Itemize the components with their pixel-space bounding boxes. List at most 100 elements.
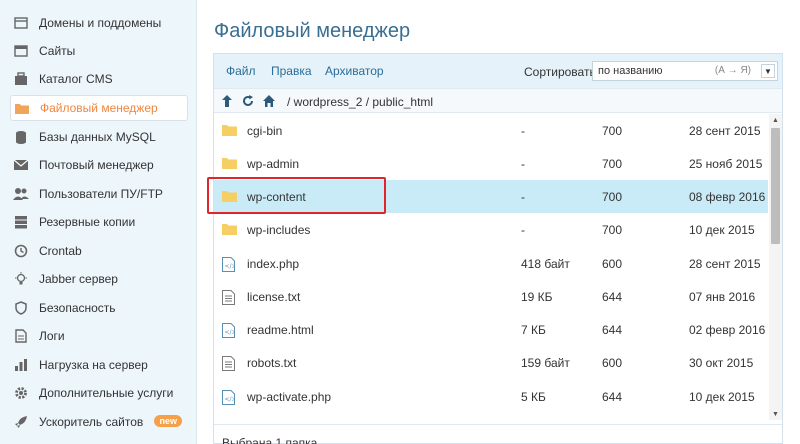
scroll-up-icon[interactable]: ▲	[769, 114, 782, 126]
sidebar-item-label: Дополнительные услуги	[39, 386, 174, 400]
sidebar-item-logs[interactable]: Логи	[10, 323, 188, 349]
scroll-down-icon[interactable]: ▼	[769, 408, 782, 420]
file-date: 07 янв 2016	[689, 290, 756, 304]
file-size: -	[521, 157, 525, 171]
file-size: 418 байт	[521, 257, 570, 271]
breadcrumb[interactable]: / wordpress_2 / public_html	[287, 95, 433, 109]
file-permissions: 700	[602, 124, 623, 138]
file-permissions: 700	[602, 157, 623, 171]
file-size: 19 КБ	[521, 290, 553, 304]
file-permissions: 644	[602, 390, 623, 404]
path-bar: / wordpress_2 / public_html	[214, 88, 782, 113]
svg-text:</>: </>	[225, 396, 236, 403]
file-name: wp-admin	[247, 157, 300, 171]
bulb-icon	[13, 271, 29, 287]
sidebar-item-cms-catalog[interactable]: Каталог CMS	[10, 66, 188, 92]
sidebar-item-users[interactable]: Пользователи ПУ/FTP	[10, 181, 188, 207]
sidebar-item-site-accelerator[interactable]: Ускоритель сайтов new	[10, 409, 188, 435]
sidebar-item-sites[interactable]: Сайты	[10, 38, 188, 64]
code-file-icon: </>	[222, 323, 237, 341]
sidebar-item-extra-services[interactable]: Дополнительные услуги	[10, 380, 188, 406]
sidebar-item-label: Файловый менеджер	[40, 101, 158, 115]
file-date: 02 февр 2016	[689, 323, 766, 337]
sidebar-item-file-manager[interactable]: Файловый менеджер	[10, 95, 188, 121]
gear-icon	[13, 385, 29, 401]
sidebar-item-label: Логи	[39, 329, 65, 343]
file-name: readme.html	[247, 323, 314, 337]
sidebar-item-server-load[interactable]: Нагрузка на сервер	[10, 352, 188, 378]
folder-icon	[222, 124, 237, 139]
file-size: 7 КБ	[521, 323, 546, 337]
file-date: 25 нояб 2015	[689, 157, 763, 171]
file-name: index.php	[247, 257, 300, 271]
folder-icon	[222, 223, 237, 238]
sidebar-item-domains[interactable]: Домены и поддомены	[10, 10, 188, 36]
file-permissions: 700	[602, 190, 623, 204]
sidebar-item-backups[interactable]: Резервные копии	[10, 209, 188, 235]
file-date: 30 окт 2015	[689, 356, 754, 370]
sidebar-item-label: Jabber сервер	[39, 272, 118, 286]
text-file-icon	[222, 290, 235, 308]
file-size: -	[521, 124, 525, 138]
menu-archiver[interactable]: Архиватор	[325, 64, 384, 78]
code-file-icon: </>	[222, 390, 237, 408]
file-row[interactable]: </> index.php 418 байт 600 28 сент 2015	[214, 247, 768, 280]
file-row[interactable]: </> wp-activate.php 5 КБ 644 10 дек 2015	[214, 380, 768, 413]
chevron-down-icon[interactable]: ▼	[761, 64, 775, 78]
file-row[interactable]: cgi-bin - 700 28 сент 2015	[214, 114, 768, 147]
file-permissions: 600	[602, 257, 623, 271]
text-file-icon	[222, 356, 235, 374]
sidebar-item-crontab[interactable]: Crontab	[10, 238, 188, 264]
file-name: cgi-bin	[247, 124, 283, 138]
sidebar-item-label: Каталог CMS	[39, 72, 113, 86]
file-size: 159 байт	[521, 356, 570, 370]
mail-icon	[13, 157, 29, 173]
svg-text:</>: </>	[225, 263, 236, 270]
page-title: Файловый менеджер	[214, 20, 411, 42]
toolbar: Файл Правка Архиватор Сортировать: по на…	[214, 54, 782, 88]
users-icon	[13, 186, 29, 202]
file-row[interactable]: license.txt 19 КБ 644 07 янв 2016	[214, 280, 768, 313]
rocket-icon	[13, 414, 29, 430]
sort-select[interactable]: по названию (А → Я) ▼	[592, 61, 778, 81]
file-row[interactable]: robots.txt 159 байт 600 30 окт 2015	[214, 346, 768, 379]
file-manager-panel: Файл Правка Архиватор Сортировать: по на…	[213, 53, 783, 444]
sidebar-item-mysql[interactable]: Базы данных MySQL	[10, 124, 188, 150]
scrollbar-thumb[interactable]	[771, 128, 780, 244]
file-row[interactable]: </> readme.html 7 КБ 644 02 февр 2016	[214, 313, 768, 346]
refresh-icon[interactable]	[241, 94, 255, 108]
sidebar: Домены и поддомены Сайты Каталог CMS Фай…	[0, 0, 197, 444]
database-icon	[13, 129, 29, 145]
sidebar-item-label: Базы данных MySQL	[39, 130, 156, 144]
scrollbar[interactable]: ▲ ▼	[769, 114, 782, 420]
sites-icon	[13, 43, 29, 59]
file-name: license.txt	[247, 290, 301, 304]
file-row-selected[interactable]: wp-content - 700 08 февр 2016	[214, 180, 768, 213]
sidebar-item-mail[interactable]: Почтовый менеджер	[10, 152, 188, 178]
backup-icon	[13, 214, 29, 230]
home-icon[interactable]	[262, 94, 276, 108]
file-date: 28 сент 2015	[689, 257, 761, 271]
cms-catalog-icon	[13, 71, 29, 87]
new-badge: new	[154, 415, 182, 427]
file-size: 5 КБ	[521, 390, 546, 404]
arrow-up-icon[interactable]	[220, 94, 234, 108]
domains-icon	[13, 15, 29, 31]
file-permissions: 700	[602, 223, 623, 237]
file-date: 08 февр 2016	[689, 190, 766, 204]
menu-file[interactable]: Файл	[226, 64, 256, 78]
sort-value: по названию	[598, 65, 663, 77]
file-row[interactable]: wp-admin - 700 25 нояб 2015	[214, 147, 768, 180]
sidebar-item-jabber[interactable]: Jabber сервер	[10, 266, 188, 292]
sidebar-item-label: Почтовый менеджер	[39, 158, 154, 172]
sidebar-item-security[interactable]: Безопасность	[10, 295, 188, 321]
file-name: wp-activate.php	[247, 390, 332, 404]
sidebar-item-label: Безопасность	[39, 301, 116, 315]
folder-icon	[222, 157, 237, 172]
clock-icon	[13, 243, 29, 259]
file-permissions: 644	[602, 290, 623, 304]
file-row[interactable]: wp-includes - 700 10 дек 2015	[214, 213, 768, 246]
file-date: 28 сент 2015	[689, 124, 761, 138]
menu-edit[interactable]: Правка	[271, 64, 312, 78]
sidebar-item-label: Crontab	[39, 244, 82, 258]
